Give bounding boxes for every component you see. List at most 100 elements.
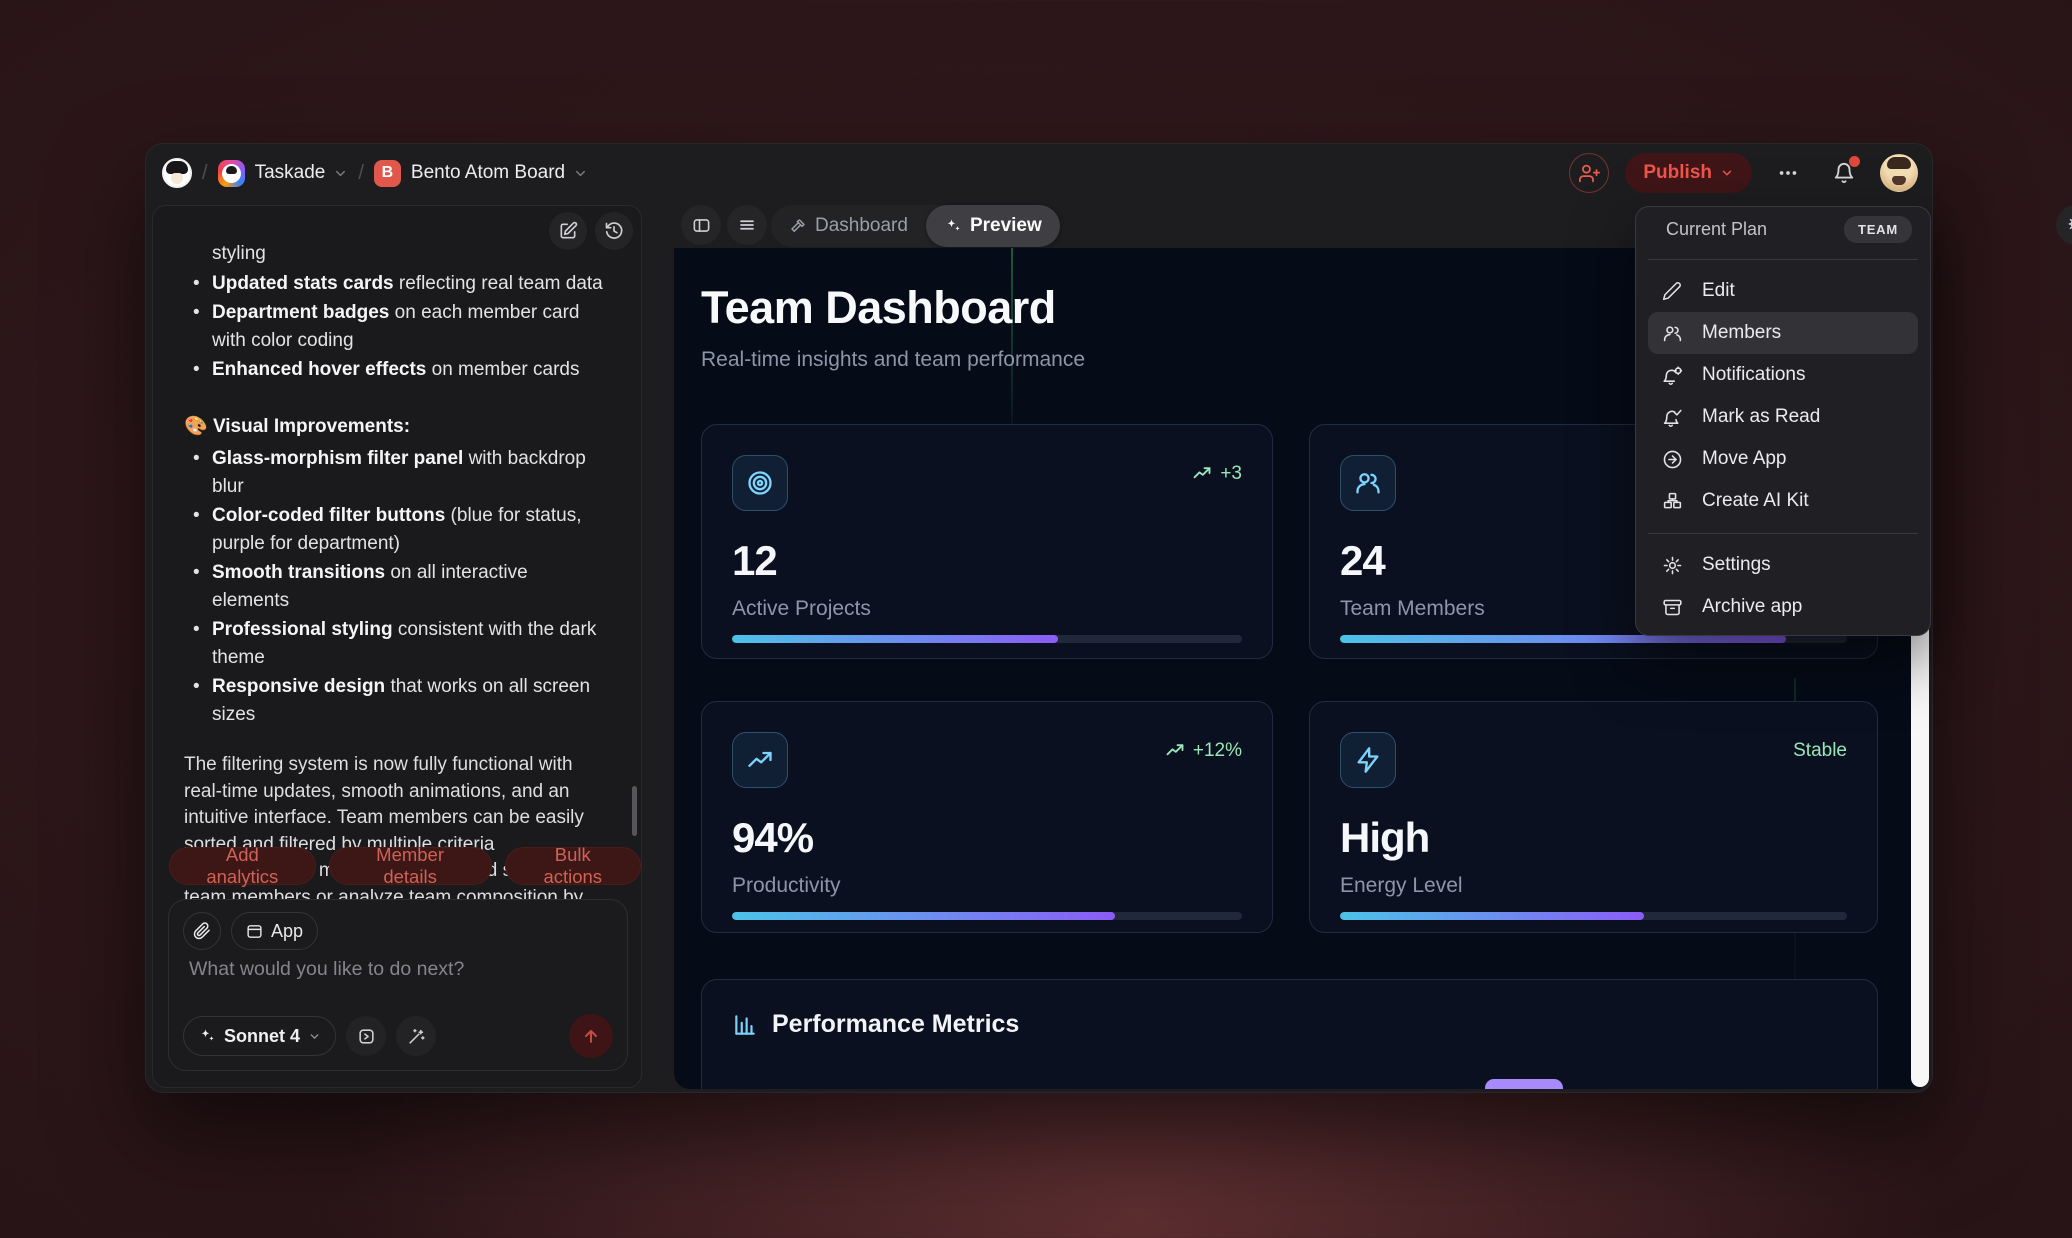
menu-item-members[interactable]: Members <box>1648 312 1918 354</box>
board-name[interactable]: Bento Atom Board <box>411 162 565 184</box>
chevron-down-icon[interactable] <box>333 166 348 181</box>
menu-item-notifications[interactable]: Notifications <box>1648 354 1918 396</box>
breadcrumb-separator: / <box>202 162 208 185</box>
archive-icon <box>1660 595 1684 619</box>
bullet-list: Glass-morphism filter panel with backdro… <box>184 445 608 728</box>
invite-member-button[interactable] <box>1569 153 1609 193</box>
stat-value: High <box>1340 814 1429 862</box>
performance-metrics-card: Performance Metrics <box>701 979 1878 1089</box>
more-options-button[interactable] <box>1768 153 1808 193</box>
console-button[interactable] <box>346 1016 386 1056</box>
pencil-icon <box>1660 279 1684 303</box>
chat-scrollbar[interactable] <box>632 786 637 836</box>
send-button[interactable] <box>569 1014 613 1058</box>
publish-button[interactable]: Publish <box>1625 153 1752 193</box>
debug-button[interactable] <box>2056 205 2072 245</box>
message-line: styling <box>212 240 608 268</box>
suggestion-chip[interactable]: Member details <box>329 847 492 885</box>
tab-preview[interactable]: Preview <box>926 205 1060 247</box>
notification-dot <box>1849 156 1860 167</box>
section-heading: 🎨 Visual Improvements: <box>184 413 608 441</box>
chart-bar <box>1485 1079 1563 1089</box>
trend-indicator: +12% <box>1165 740 1242 762</box>
publish-label: Publish <box>1643 162 1712 184</box>
app-context-chip[interactable]: App <box>231 912 318 950</box>
menu-item-move-app[interactable]: Move App <box>1648 438 1918 480</box>
model-selector[interactable]: Sonnet 4 <box>183 1016 336 1056</box>
menu-item-create-ai-kit[interactable]: Create AI Kit <box>1648 480 1918 522</box>
plan-badge: TEAM <box>1844 216 1912 243</box>
suggestion-chips: Add analytics Member details Bulk action… <box>169 847 641 885</box>
composer-input[interactable] <box>189 958 599 1008</box>
assistant-message: styling Updated stats cards reflecting r… <box>184 240 608 938</box>
list-item: Enhanced hover effects on member cards <box>184 356 608 384</box>
notifications-button[interactable] <box>1824 153 1864 193</box>
sparkles-icon <box>198 1027 216 1045</box>
outline-menu-button[interactable] <box>727 205 767 245</box>
stat-label: Active Projects <box>732 597 871 621</box>
menu-item-edit[interactable]: Edit <box>1648 270 1918 312</box>
dashboard-subtitle: Real-time insights and team performance <box>701 348 1085 372</box>
view-tabs: Dashboard Preview <box>771 205 1021 247</box>
palette-emoji-icon: 🎨 <box>184 416 208 437</box>
user-avatar[interactable] <box>1880 154 1918 192</box>
tab-dashboard[interactable]: Dashboard <box>771 205 926 247</box>
message-composer: App Sonnet 4 <box>168 899 628 1071</box>
trend-up-icon <box>1192 464 1212 484</box>
trend-up-icon <box>732 732 788 788</box>
suggestion-chip[interactable]: Bulk actions <box>505 847 641 885</box>
breadcrumb-separator: / <box>358 162 364 185</box>
zap-icon <box>1340 732 1396 788</box>
stat-value: 24 <box>1340 537 1385 585</box>
magic-wand-button[interactable] <box>396 1016 436 1056</box>
ai-chat-panel: styling Updated stats cards reflecting r… <box>152 205 642 1088</box>
desktop: / Taskade / B Bento Atom Board Publish <box>0 0 2072 1238</box>
suggestion-chip[interactable]: Add analytics <box>169 847 316 885</box>
chevron-down-icon[interactable] <box>573 166 588 181</box>
menu-item-archive-app[interactable]: Archive app <box>1648 586 1918 628</box>
toggle-sidebar-button[interactable] <box>681 205 721 245</box>
users-icon <box>1660 321 1684 345</box>
ellipsis-icon <box>1777 162 1799 184</box>
compose-icon <box>558 221 578 241</box>
list-item: Glass-morphism filter panel with backdro… <box>184 445 608 500</box>
composer-attachments: App <box>183 912 318 950</box>
section-title: Performance Metrics <box>772 1010 1019 1039</box>
arrow-right-circle-icon <box>1660 447 1684 471</box>
window-icon <box>246 923 263 940</box>
taskade-logo[interactable] <box>218 160 245 187</box>
bell-check-icon <box>1660 405 1684 429</box>
stat-card-productivity: +12% 94% Productivity <box>701 701 1273 933</box>
menu-item-settings[interactable]: Settings <box>1648 544 1918 586</box>
arrow-up-icon <box>581 1026 601 1046</box>
app-window: / Taskade / B Bento Atom Board Publish <box>145 143 1933 1093</box>
chevron-down-icon <box>1720 166 1734 180</box>
list-item: Updated stats cards reflecting real team… <box>184 270 608 298</box>
performance-metrics-header: Performance Metrics <box>732 1010 1019 1039</box>
list-item: Color-coded filter buttons (blue for sta… <box>184 502 608 557</box>
user-plus-icon <box>1579 163 1600 184</box>
app-options-menu: Current Plan TEAM Edit Members <box>1635 206 1931 636</box>
composer-toolbar: Sonnet 4 <box>183 1014 613 1058</box>
panel-left-icon <box>692 216 711 235</box>
progress-bar <box>1340 912 1847 920</box>
stat-card-energy-level: Stable High Energy Level <box>1309 701 1878 933</box>
bullet-list: Updated stats cards reflecting real team… <box>184 270 608 384</box>
list-item: Responsive design that works on all scre… <box>184 673 608 728</box>
status-badge: Stable <box>1793 740 1847 762</box>
paperclip-icon <box>193 922 211 940</box>
bug-play-icon <box>2067 216 2072 235</box>
workspace-name[interactable]: Taskade <box>255 162 326 184</box>
kit-boxes-icon <box>1660 489 1684 513</box>
attach-file-button[interactable] <box>183 912 221 950</box>
trend-up-icon <box>1165 741 1185 761</box>
menu-item-mark-as-read[interactable]: Mark as Read <box>1648 396 1918 438</box>
sparkles-icon <box>944 217 962 235</box>
progress-bar <box>732 912 1242 920</box>
stat-value: 94% <box>732 814 813 862</box>
trend-indicator: +3 <box>1192 463 1242 485</box>
board-badge[interactable]: B <box>374 160 401 187</box>
chevron-down-icon <box>308 1030 321 1043</box>
stat-label: Energy Level <box>1340 874 1463 898</box>
user-workspace-avatar[interactable] <box>162 158 192 188</box>
